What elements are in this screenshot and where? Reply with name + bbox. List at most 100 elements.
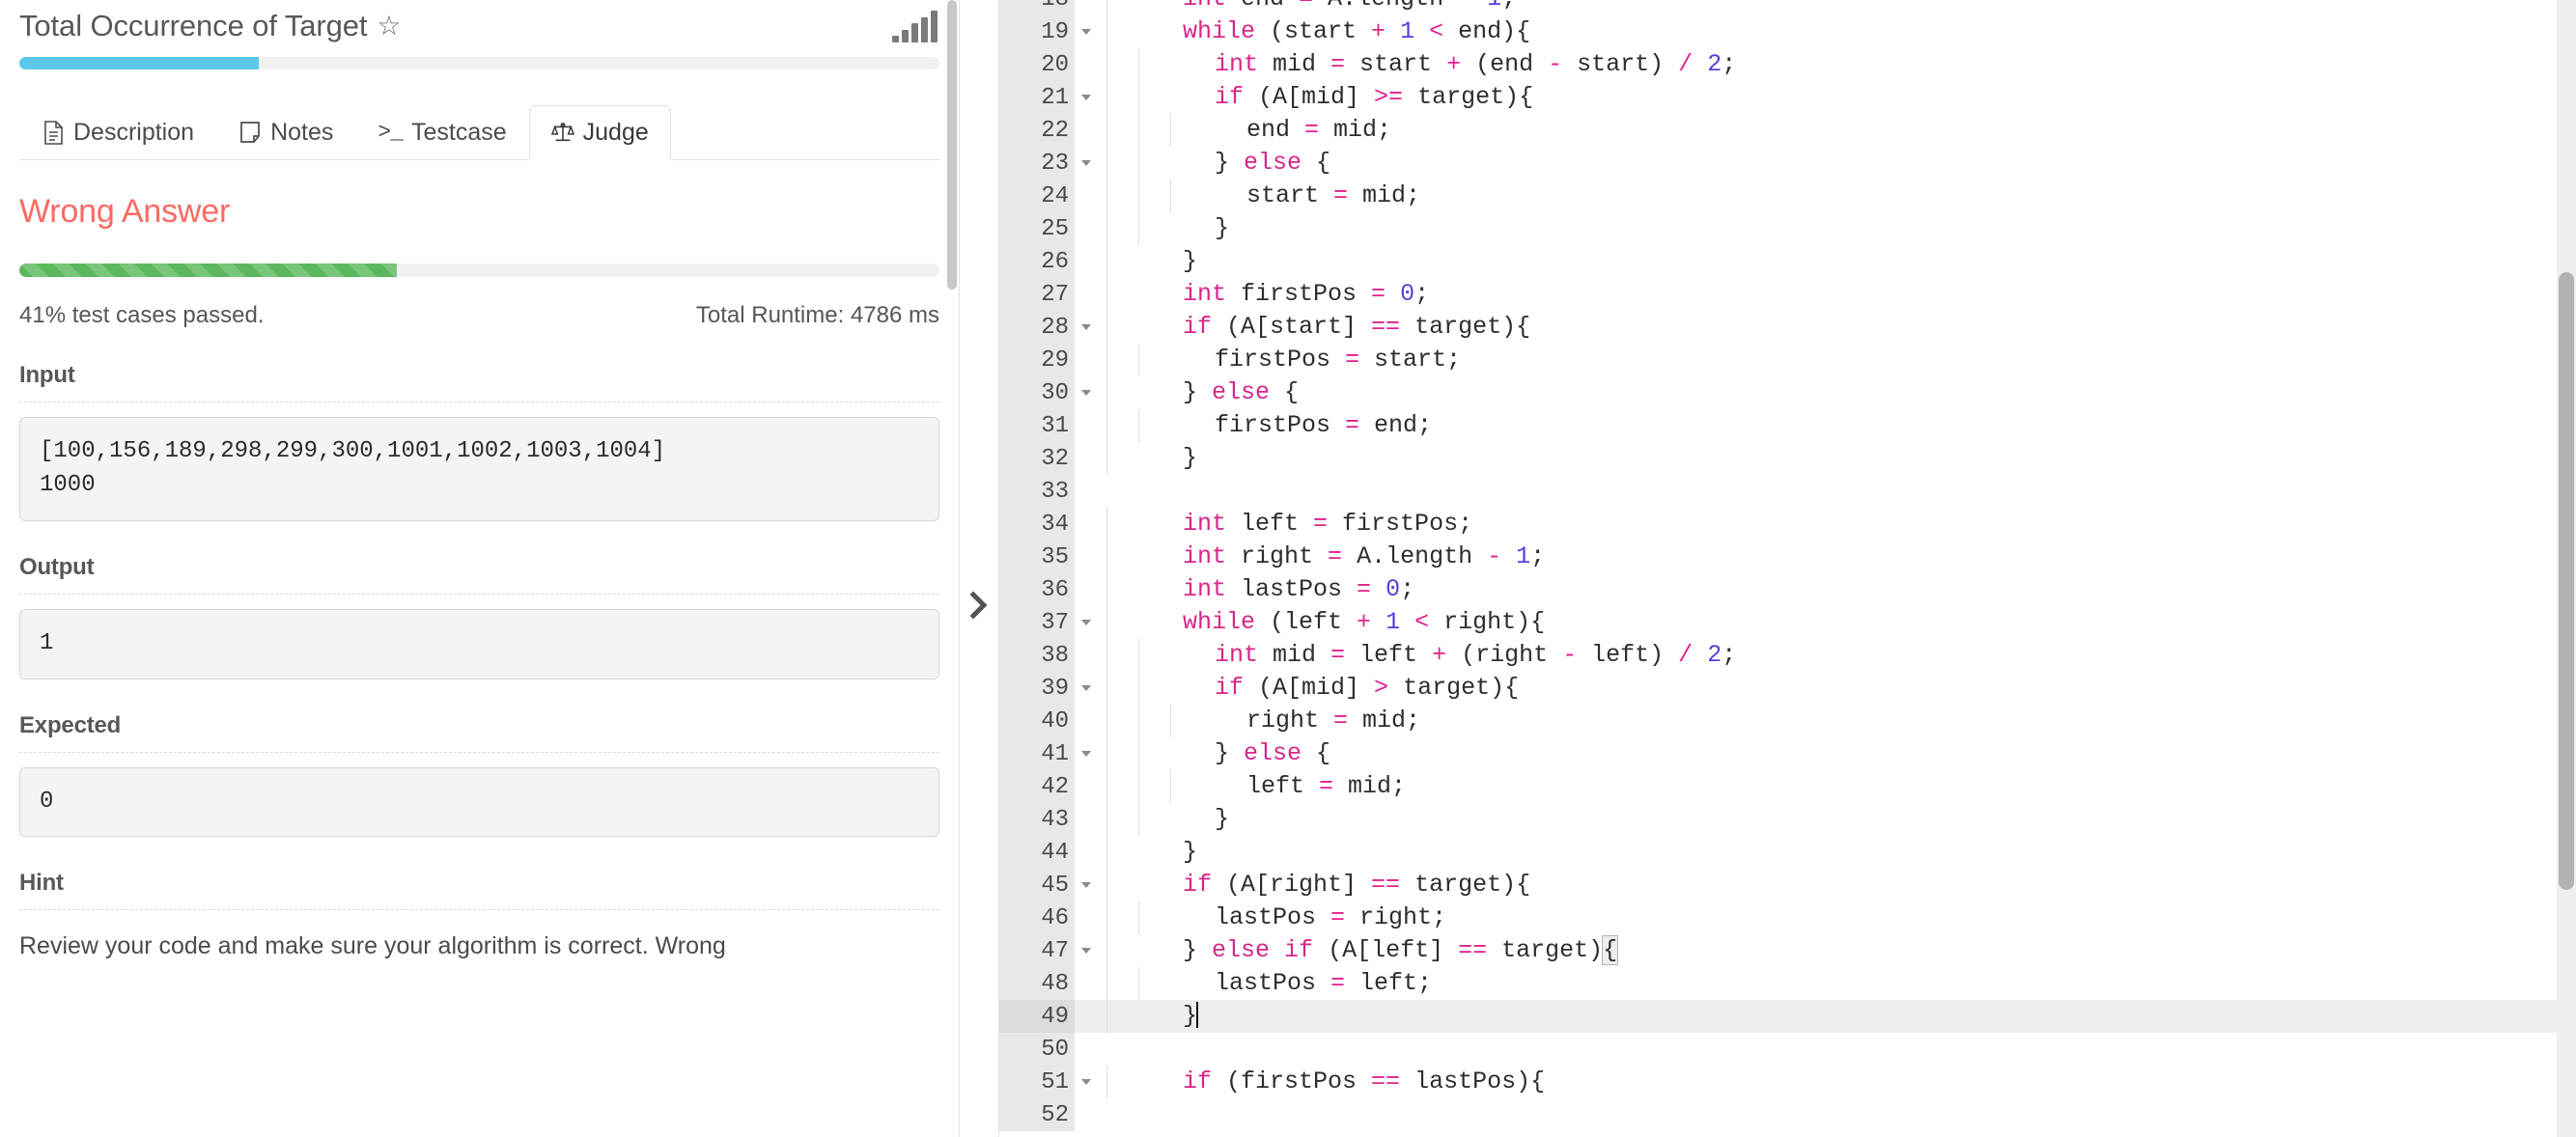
line-number[interactable]: 52 [999, 1098, 1075, 1131]
signal-bars-icon[interactable] [892, 11, 938, 42]
code-text[interactable]: int mid = start + (end - start) / 2; [1075, 48, 2576, 81]
code-text[interactable]: left = mid; [1075, 770, 2576, 803]
code-text[interactable]: end = mid; [1075, 114, 2576, 147]
line-number[interactable]: 39 [999, 672, 1091, 705]
code-line[interactable]: 47} else if (A[left] == target){ [999, 934, 2576, 967]
code-line[interactable]: 42 left = mid; [999, 770, 2576, 803]
code-text[interactable]: } [1075, 245, 2576, 278]
code-editor[interactable]: 18int end = A.length - 1;19while (start … [999, 0, 2576, 1137]
code-line[interactable]: 32} [999, 442, 2576, 475]
line-number[interactable]: 46 [999, 901, 1075, 934]
code-text[interactable]: } [1075, 803, 2576, 836]
code-text[interactable]: int firstPos = 0; [1075, 278, 2576, 311]
tab-description[interactable]: Description [19, 105, 216, 160]
code-line[interactable]: 52 [999, 1098, 2576, 1131]
line-number[interactable]: 37 [999, 606, 1091, 639]
line-number[interactable]: 36 [999, 573, 1075, 606]
line-number[interactable]: 19 [999, 15, 1091, 48]
tab-testcase[interactable]: >_ Testcase [355, 106, 528, 160]
code-line[interactable]: 48 lastPos = left; [999, 967, 2576, 1000]
line-number[interactable]: 38 [999, 639, 1075, 672]
code-line[interactable]: 28 if (A[start] == target){ [999, 311, 2576, 344]
line-number[interactable]: 51 [999, 1066, 1091, 1098]
code-text[interactable]: if (A[start] == target){ [1075, 311, 2576, 344]
tab-notes[interactable]: Notes [216, 105, 355, 160]
code-line[interactable]: 29 firstPos = start; [999, 344, 2576, 376]
code-text[interactable]: int right = A.length - 1; [1075, 541, 2576, 573]
code-line[interactable]: 33 [999, 475, 2576, 508]
code-line[interactable]: 51 if (firstPos == lastPos){ [999, 1066, 2576, 1098]
line-number[interactable]: 41 [999, 737, 1091, 770]
line-number[interactable]: 34 [999, 508, 1075, 541]
expected-value[interactable]: 0 [19, 766, 939, 838]
code-line[interactable]: 44} [999, 836, 2576, 869]
code-text[interactable]: int mid = left + (right - left) / 2; [1075, 639, 2576, 672]
code-line[interactable]: 26} [999, 245, 2576, 278]
code-text[interactable]: if (A[mid] >= target){ [1075, 81, 2576, 114]
code-line[interactable]: 50 [999, 1033, 2576, 1066]
code-line[interactable]: 36 int lastPos = 0; [999, 573, 2576, 606]
star-outline-icon[interactable]: ☆ [377, 10, 401, 42]
code-text[interactable]: if (A[right] == target){ [1075, 869, 2576, 901]
panel-scrollbar[interactable] [945, 0, 959, 1137]
line-number[interactable]: 40 [999, 705, 1075, 737]
code-line[interactable]: 49} [999, 1000, 2576, 1033]
code-text[interactable]: } else { [1075, 737, 2576, 770]
line-number[interactable]: 18 [999, 0, 1075, 15]
code-line[interactable]: 35 int right = A.length - 1; [999, 541, 2576, 573]
code-line[interactable]: 22 end = mid; [999, 114, 2576, 147]
code-line[interactable]: 18int end = A.length - 1; [999, 0, 2576, 15]
code-text[interactable]: while (left + 1 < right){ [1075, 606, 2576, 639]
editor-scrollbar-thumb[interactable] [2559, 272, 2574, 890]
line-number[interactable]: 47 [999, 934, 1091, 967]
code-text[interactable]: while (start + 1 < end){ [1075, 15, 2576, 48]
code-text[interactable]: } else { [1075, 147, 2576, 180]
code-lines[interactable]: 18int end = A.length - 1;19while (start … [999, 0, 2576, 1131]
code-line[interactable]: 45 if (A[right] == target){ [999, 869, 2576, 901]
code-text[interactable]: int lastPos = 0; [1075, 573, 2576, 606]
line-number[interactable]: 49 [999, 1000, 1075, 1033]
code-line[interactable]: 27 int firstPos = 0; [999, 278, 2576, 311]
code-line[interactable]: 25} [999, 212, 2576, 245]
code-line[interactable]: 19 while (start + 1 < end){ [999, 15, 2576, 48]
code-line[interactable]: 23} else { [999, 147, 2576, 180]
code-line[interactable]: 30} else { [999, 376, 2576, 409]
code-line[interactable]: 39 if (A[mid] > target){ [999, 672, 2576, 705]
line-number[interactable]: 26 [999, 245, 1075, 278]
code-text[interactable]: firstPos = end; [1075, 409, 2576, 442]
tab-judge[interactable]: Judge [528, 105, 671, 161]
code-line[interactable]: 24 start = mid; [999, 180, 2576, 212]
code-text[interactable]: if (firstPos == lastPos){ [1075, 1066, 2576, 1098]
line-number[interactable]: 20 [999, 48, 1075, 81]
code-text[interactable]: } [1075, 1000, 2576, 1033]
line-number[interactable]: 42 [999, 770, 1075, 803]
line-number[interactable]: 22 [999, 114, 1075, 147]
code-line[interactable]: 41} else { [999, 737, 2576, 770]
line-number[interactable]: 28 [999, 311, 1091, 344]
panel-divider[interactable] [959, 0, 999, 1137]
output-value[interactable]: 1 [19, 608, 939, 679]
line-number[interactable]: 24 [999, 180, 1075, 212]
editor-scrollbar[interactable] [2557, 0, 2576, 1137]
code-line[interactable]: 38 int mid = left + (right - left) / 2; [999, 639, 2576, 672]
code-text[interactable]: } else if (A[left] == target){ [1075, 934, 2576, 967]
code-line[interactable]: 43} [999, 803, 2576, 836]
code-text[interactable]: lastPos = right; [1075, 901, 2576, 934]
line-number[interactable]: 25 [999, 212, 1075, 245]
code-line[interactable]: 37 while (left + 1 < right){ [999, 606, 2576, 639]
code-text[interactable]: } else { [1075, 376, 2576, 409]
line-number[interactable]: 44 [999, 836, 1075, 869]
code-line[interactable]: 40 right = mid; [999, 705, 2576, 737]
line-number[interactable]: 30 [999, 376, 1091, 409]
code-line[interactable]: 20 int mid = start + (end - start) / 2; [999, 48, 2576, 81]
code-line[interactable]: 31 firstPos = end; [999, 409, 2576, 442]
code-text[interactable]: } [1075, 836, 2576, 869]
chevron-right-icon[interactable] [968, 591, 990, 624]
input-value[interactable]: [100,156,189,298,299,300,1001,1002,1003,… [19, 417, 939, 521]
code-text[interactable]: right = mid; [1075, 705, 2576, 737]
line-number[interactable]: 27 [999, 278, 1075, 311]
line-number[interactable]: 29 [999, 344, 1075, 376]
line-number[interactable]: 35 [999, 541, 1075, 573]
code-text[interactable]: int left = firstPos; [1075, 508, 2576, 541]
line-number[interactable]: 45 [999, 869, 1091, 901]
